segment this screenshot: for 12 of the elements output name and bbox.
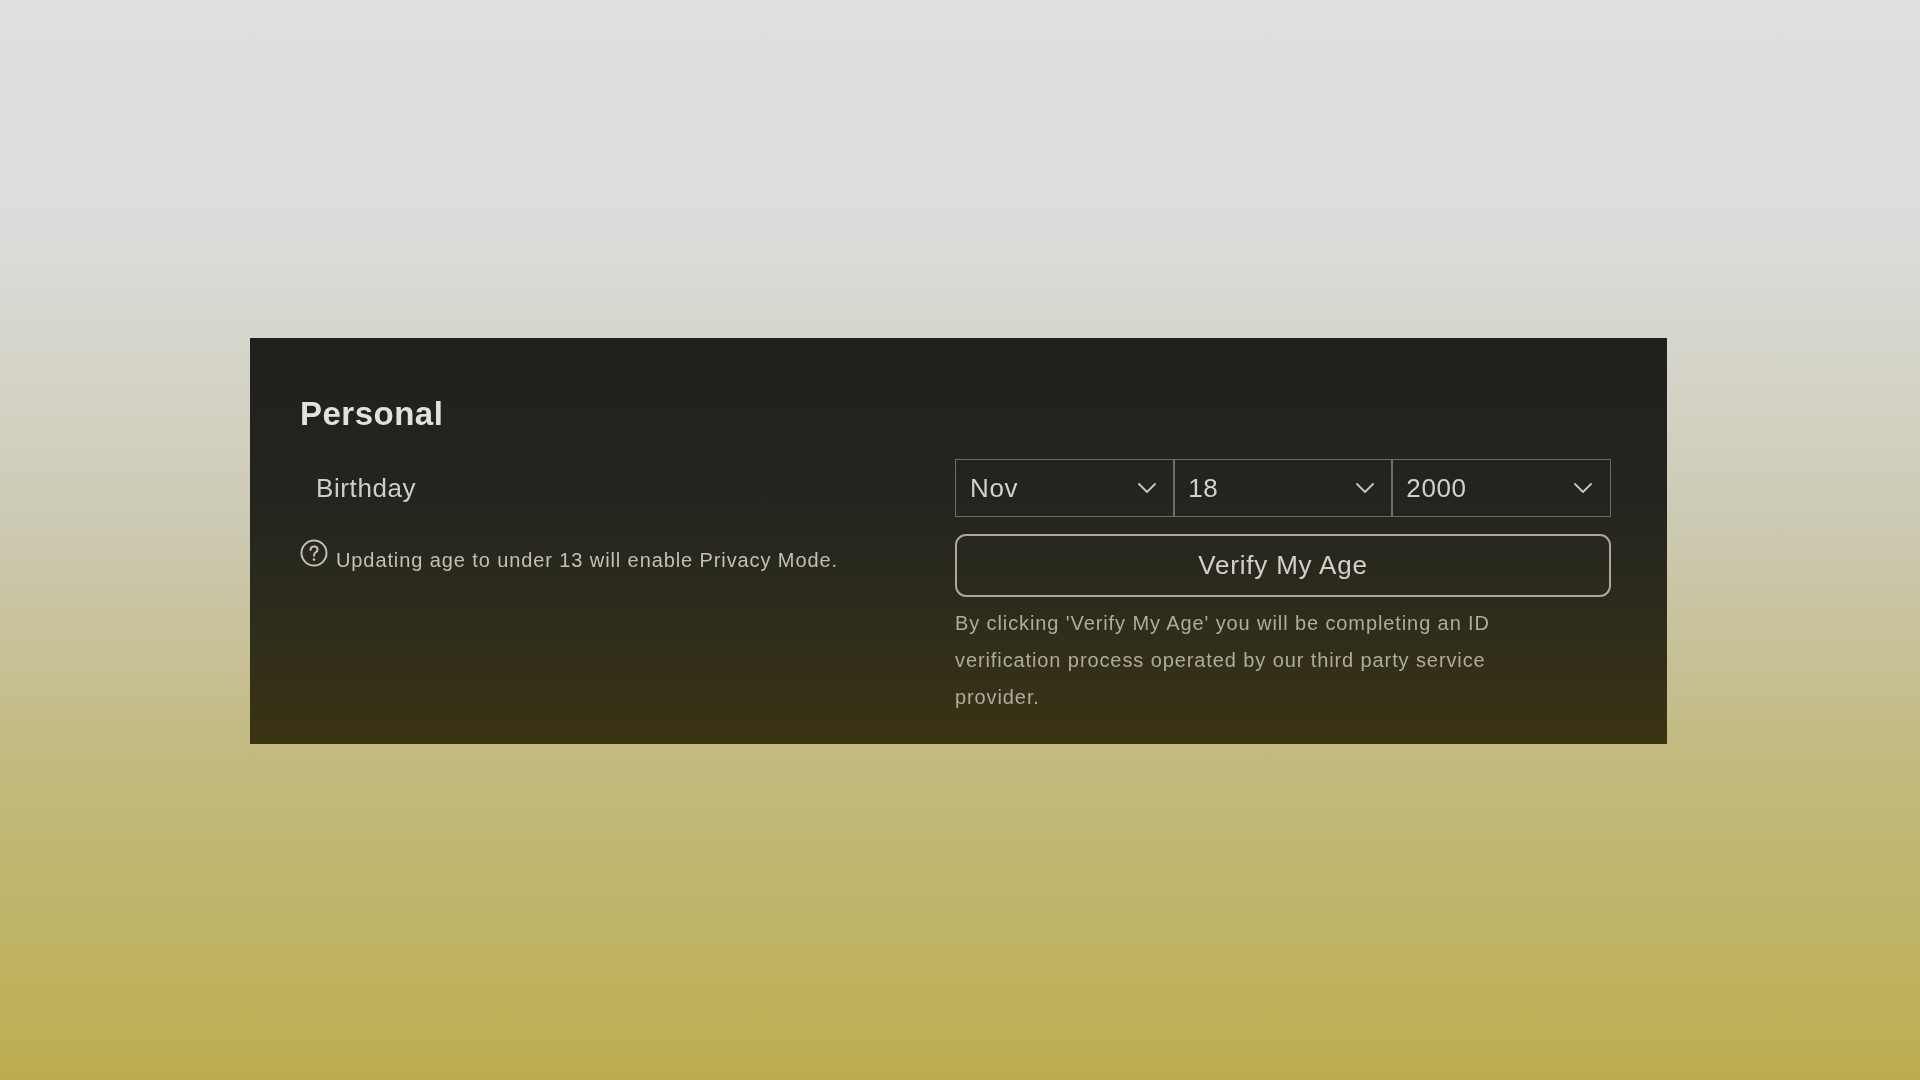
field-label: Birthday (315, 472, 417, 505)
chevron-down-icon (1574, 483, 1592, 493)
date-dropdown[interactable]: 2000 (1391, 459, 1611, 517)
date-dropdown[interactable]: 18 (1173, 459, 1393, 517)
section-title: Personal (300, 394, 445, 434)
verify-button[interactable]: Verify My Age (955, 534, 1611, 597)
disclaimer-text: By clicking 'Verify My Age' you will be completing an ID verification process operated by our third party service provider. (955, 611, 1491, 710)
hint-text: Updating age to under 13 will enable Privacy Mode. (336, 548, 838, 572)
date-dropdown[interactable]: Nov (955, 459, 1175, 517)
chevron-down-icon (1355, 483, 1374, 493)
help-icon (300, 539, 328, 567)
chevron-down-icon (1137, 483, 1156, 493)
